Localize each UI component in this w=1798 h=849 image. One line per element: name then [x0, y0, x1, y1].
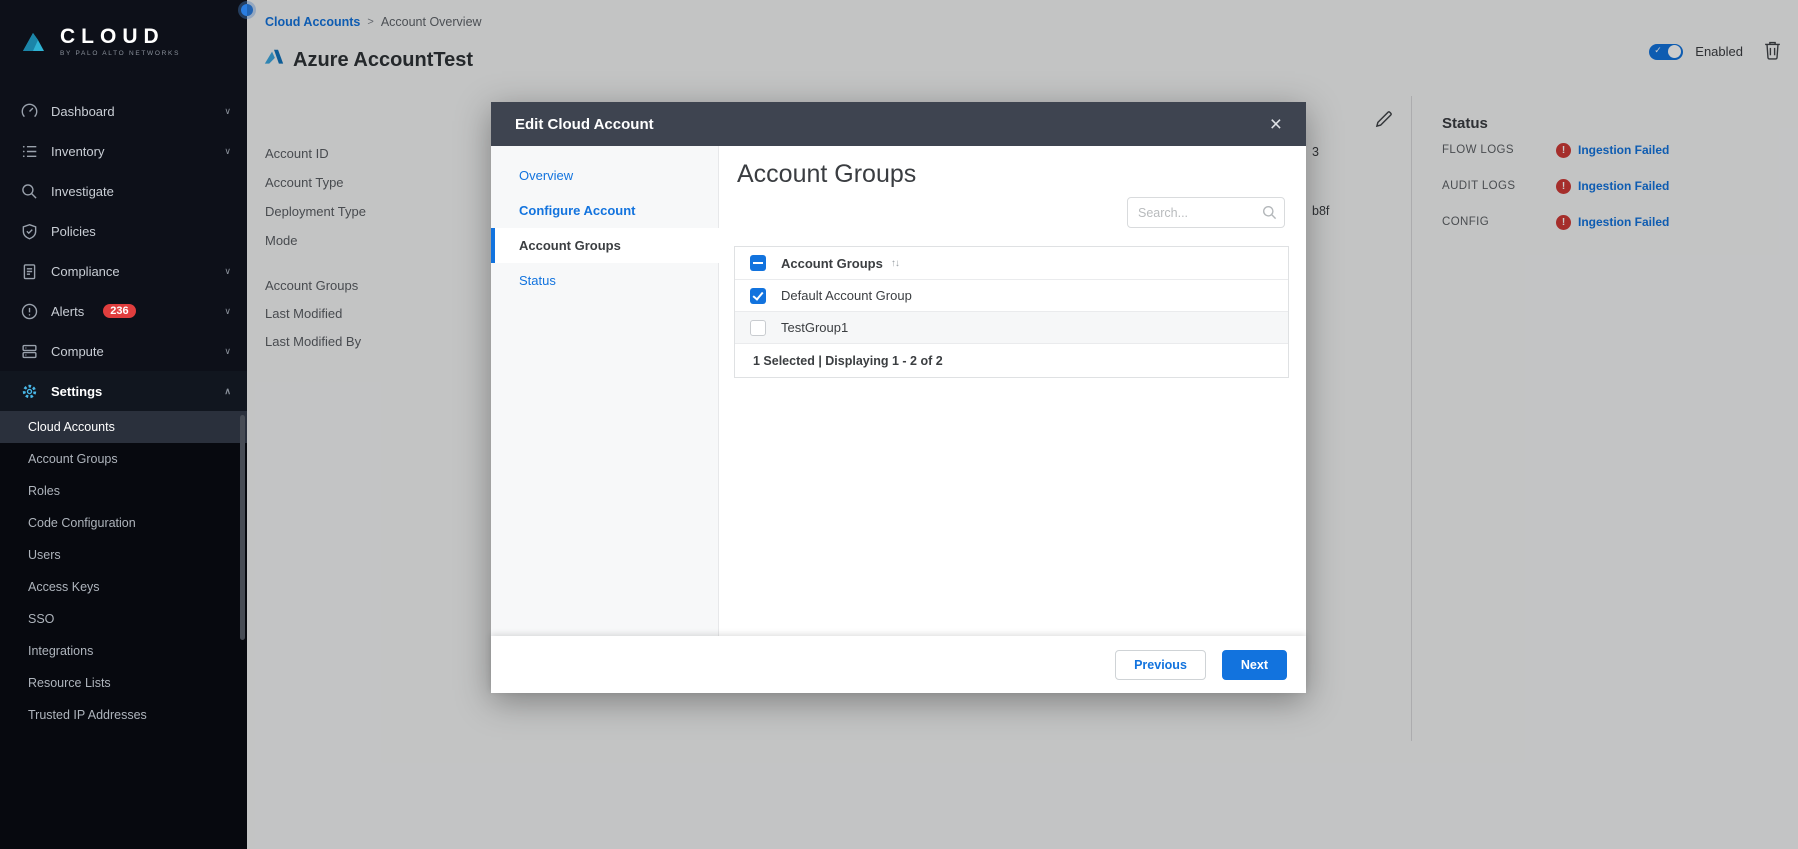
sidebar-item-trusted-ip-addresses[interactable]: Trusted IP Addresses [0, 699, 247, 731]
modal-header: Edit Cloud Account × [491, 102, 1306, 146]
modal-nav-overview[interactable]: Overview [491, 158, 718, 193]
sidebar-item-alerts[interactable]: Alerts 236 ∨ [0, 291, 247, 331]
account-group-name: TestGroup1 [781, 320, 848, 335]
sidebar-item-roles[interactable]: Roles [0, 475, 247, 507]
logo-title: CLOUD [60, 26, 180, 47]
sidebar-item-dashboard[interactable]: Dashboard ∨ [0, 91, 247, 131]
cloud-logo-icon [20, 26, 50, 61]
chevron-down-icon: ∨ [224, 106, 231, 117]
select-all-checkbox[interactable] [750, 255, 766, 271]
sidebar-item-label: Inventory [51, 144, 104, 159]
search-box [1127, 197, 1285, 228]
chevron-down-icon: ∨ [224, 146, 231, 157]
modal-content: Account Groups Account Groups ↑↓ [720, 146, 1306, 636]
sidebar-item-resource-lists[interactable]: Resource Lists [0, 667, 247, 699]
investigate-icon [21, 183, 38, 200]
sort-icon[interactable]: ↑↓ [891, 258, 899, 269]
close-icon[interactable]: × [1264, 113, 1288, 136]
gear-icon [21, 383, 38, 400]
compute-icon [21, 343, 38, 360]
modal-nav-status[interactable]: Status [491, 263, 718, 298]
modal-body: Overview Configure Account Account Group… [491, 146, 1306, 636]
modal-nav-account-groups[interactable]: Account Groups [491, 228, 720, 263]
settings-submenu: Cloud Accounts Account Groups Roles Code… [0, 411, 247, 849]
account-groups-heading: Account Groups [737, 160, 916, 189]
table-row: Default Account Group [735, 280, 1288, 312]
table-footer: 1 Selected | Displaying 1 - 2 of 2 [735, 344, 1288, 377]
sidebar-item-investigate[interactable]: Investigate [0, 171, 247, 211]
modal-footer: Previous Next [491, 636, 1306, 693]
alerts-count-badge: 236 [103, 304, 135, 318]
compliance-icon [21, 263, 38, 280]
modal-nav-configure-account[interactable]: Configure Account [491, 193, 718, 228]
chevron-down-icon: ∨ [224, 306, 231, 317]
modal-step-nav: Overview Configure Account Account Group… [491, 146, 719, 636]
sidebar-item-label: Policies [51, 224, 96, 239]
sidebar-item-label: Compute [51, 344, 104, 359]
modal-title: Edit Cloud Account [515, 116, 1264, 133]
sidebar-item-cloud-accounts[interactable]: Cloud Accounts [0, 411, 247, 443]
sidebar-item-inventory[interactable]: Inventory ∨ [0, 131, 247, 171]
sidebar: CLOUD BY PALO ALTO NETWORKS Dashboard ∨ … [0, 0, 247, 849]
sidebar-item-label: Dashboard [51, 104, 115, 119]
chevron-down-icon: ∨ [224, 346, 231, 357]
dashboard-icon [21, 103, 38, 120]
column-header-account-groups: Account Groups [781, 256, 883, 271]
table-header-row: Account Groups ↑↓ [735, 247, 1288, 280]
chevron-down-icon: ∨ [224, 266, 231, 277]
sidebar-item-policies[interactable]: Policies [0, 211, 247, 251]
logo-subtitle: BY PALO ALTO NETWORKS [60, 50, 180, 57]
sidebar-item-label: Compliance [51, 264, 120, 279]
app-logo: CLOUD BY PALO ALTO NETWORKS [0, 0, 247, 91]
sidebar-item-access-keys[interactable]: Access Keys [0, 571, 247, 603]
sidebar-scrollbar[interactable] [240, 415, 245, 640]
sidebar-item-label: Alerts [51, 304, 84, 319]
row-checkbox[interactable] [750, 288, 766, 304]
sidebar-item-compute[interactable]: Compute ∨ [0, 331, 247, 371]
sidebar-item-label: Investigate [51, 184, 114, 199]
sidebar-item-account-groups[interactable]: Account Groups [0, 443, 247, 475]
previous-button[interactable]: Previous [1115, 650, 1206, 680]
account-group-name: Default Account Group [781, 288, 912, 303]
policies-icon [21, 223, 38, 240]
sidebar-item-code-configuration[interactable]: Code Configuration [0, 507, 247, 539]
alerts-icon [21, 303, 38, 320]
sidebar-item-users[interactable]: Users [0, 539, 247, 571]
sidebar-item-compliance[interactable]: Compliance ∨ [0, 251, 247, 291]
search-icon [1262, 205, 1277, 225]
table-row: TestGroup1 [735, 312, 1288, 344]
sidebar-item-label: Settings [51, 384, 102, 399]
sidebar-item-settings[interactable]: Settings ∧ [0, 371, 247, 411]
row-checkbox[interactable] [750, 320, 766, 336]
inventory-icon [21, 143, 38, 160]
chevron-up-icon: ∧ [224, 386, 231, 397]
sidebar-item-sso[interactable]: SSO [0, 603, 247, 635]
account-groups-table: Account Groups ↑↓ Default Account Group … [734, 246, 1289, 378]
sidebar-item-integrations[interactable]: Integrations [0, 635, 247, 667]
next-button[interactable]: Next [1222, 650, 1287, 680]
edit-cloud-account-modal: Edit Cloud Account × Overview Configure … [491, 102, 1306, 693]
